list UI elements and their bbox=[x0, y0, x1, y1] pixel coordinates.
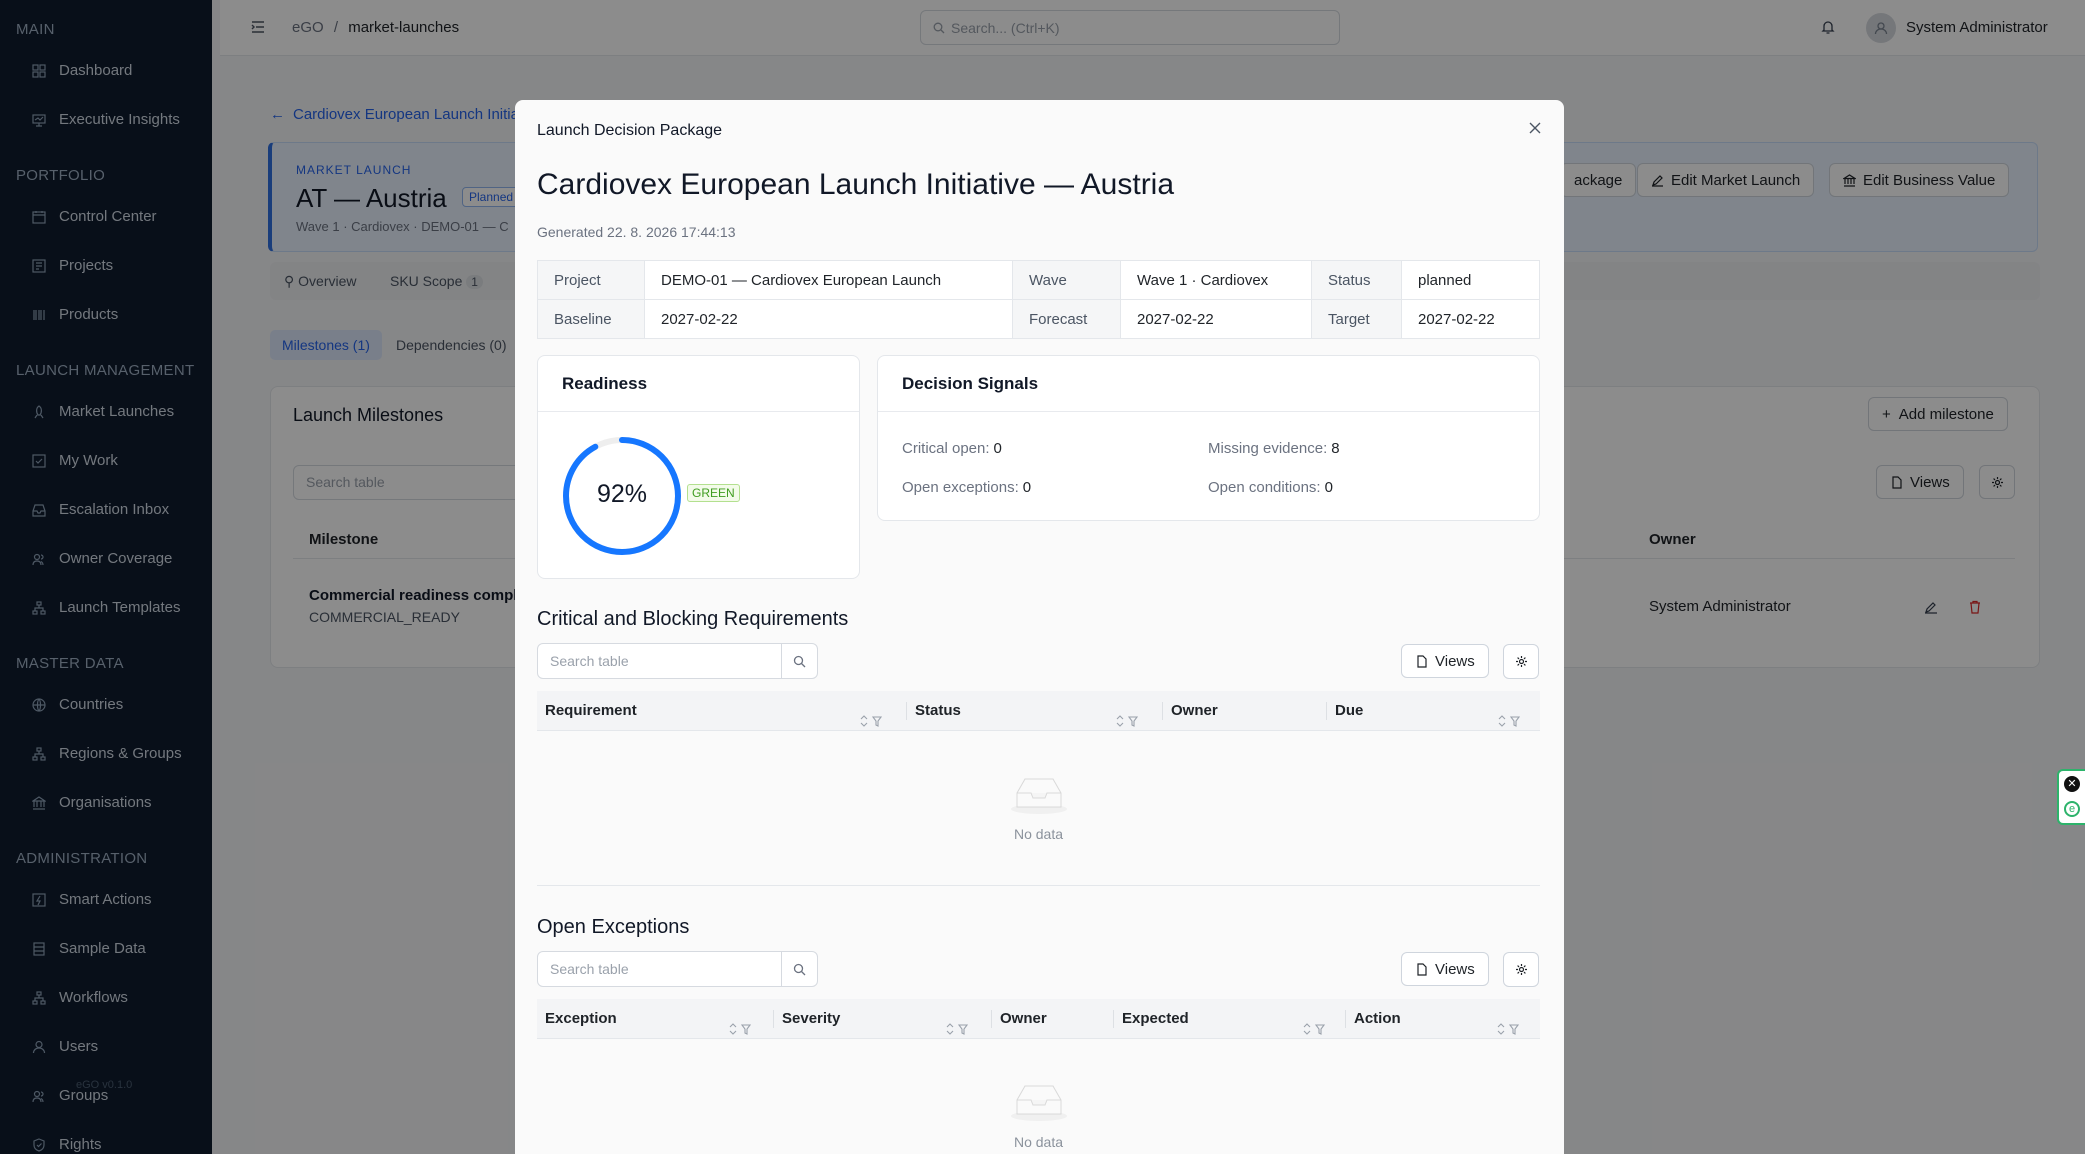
views-label: Views bbox=[1435, 652, 1475, 670]
critical-search-input[interactable]: Search table bbox=[537, 643, 818, 679]
critical-table-header: Requirement Status Owner Due bbox=[537, 691, 1540, 731]
views-label: Views bbox=[1435, 960, 1475, 978]
target-value: 2027-02-22 bbox=[1401, 299, 1540, 339]
column-header-action[interactable]: Action bbox=[1346, 999, 1540, 1039]
column-header-owner[interactable]: Owner bbox=[992, 999, 1114, 1039]
exceptions-search-input[interactable]: Search table bbox=[537, 951, 818, 987]
critical-open-signal: Critical open: 0 bbox=[902, 440, 1002, 457]
sort-filter-icon[interactable] bbox=[728, 1012, 752, 1035]
sort-filter-icon[interactable] bbox=[1496, 1012, 1520, 1035]
column-label: Expected bbox=[1122, 1010, 1189, 1027]
baseline-value: 2027-02-22 bbox=[644, 299, 1013, 339]
column-header-due[interactable]: Due bbox=[1327, 691, 1540, 731]
open-exceptions-signal: Open exceptions: 0 bbox=[902, 479, 1032, 496]
search-icon bbox=[793, 963, 806, 975]
forecast-value: 2027-02-22 bbox=[1120, 299, 1312, 339]
column-header-severity[interactable]: Severity bbox=[774, 999, 992, 1039]
critical-views-button[interactable]: Views bbox=[1401, 644, 1489, 678]
missing-evidence-label: Missing evidence bbox=[1208, 440, 1324, 457]
wave-label: Wave bbox=[1012, 260, 1121, 300]
signals-title: Decision Signals bbox=[902, 374, 1039, 393]
readiness-title: Readiness bbox=[562, 374, 648, 393]
signals-panel-header: Decision Signals bbox=[878, 356, 1539, 412]
gear-icon bbox=[1515, 964, 1527, 975]
sort-filter-icon[interactable] bbox=[1497, 704, 1521, 727]
column-label: Status bbox=[915, 702, 961, 719]
column-header-owner[interactable]: Owner bbox=[1163, 691, 1327, 731]
readiness-panel-header: Readiness bbox=[538, 356, 859, 412]
column-header-expected[interactable]: Expected bbox=[1114, 999, 1346, 1039]
column-label: Due bbox=[1335, 702, 1364, 719]
rag-status-tag: GREEN bbox=[687, 484, 740, 502]
readiness-panel: Readiness 92% GREEN bbox=[537, 355, 860, 579]
launch-info-table: Project DEMO-01 — Cardiovex European Lau… bbox=[537, 260, 1540, 339]
open-exceptions-label: Open exceptions bbox=[902, 479, 1015, 496]
forecast-label: Forecast bbox=[1012, 299, 1121, 339]
section-divider bbox=[537, 885, 1540, 886]
status-value: planned bbox=[1401, 260, 1540, 300]
column-label: Exception bbox=[545, 1010, 617, 1027]
modal-title: Cardiovex European Launch Initiative — A… bbox=[537, 168, 1175, 201]
gear-icon bbox=[1515, 656, 1527, 667]
exceptions-settings-button[interactable] bbox=[1503, 952, 1539, 987]
critical-open-value: 0 bbox=[993, 440, 1002, 457]
open-conditions-label: Open conditions bbox=[1208, 479, 1317, 496]
project-label: Project bbox=[537, 260, 645, 300]
close-circle-icon[interactable]: ✕ bbox=[2064, 776, 2080, 792]
sort-filter-icon[interactable] bbox=[1302, 1012, 1326, 1035]
sort-filter-icon[interactable] bbox=[1115, 704, 1139, 727]
modal-header: Launch Decision Package bbox=[537, 122, 723, 139]
readiness-percent: 92% bbox=[596, 480, 648, 508]
empty-inbox-icon bbox=[1011, 778, 1067, 814]
project-value: DEMO-01 — Cardiovex European Launch bbox=[644, 260, 1013, 300]
empty-inbox-icon bbox=[1011, 1085, 1067, 1121]
close-icon[interactable] bbox=[1527, 120, 1543, 136]
exceptions-table-header: Exception Severity Owner Expected Action bbox=[537, 999, 1540, 1039]
exceptions-views-button[interactable]: Views bbox=[1401, 952, 1489, 986]
critical-empty-state: No data bbox=[1013, 826, 1064, 842]
launch-decision-package-modal: Launch Decision Package Cardiovex Europe… bbox=[515, 100, 1564, 1154]
missing-evidence-signal: Missing evidence: 8 bbox=[1208, 440, 1340, 457]
search-button[interactable] bbox=[781, 644, 817, 678]
wave-value: Wave 1 · Cardiovex bbox=[1120, 260, 1312, 300]
column-header-exception[interactable]: Exception bbox=[537, 999, 774, 1039]
decision-signals-panel: Decision Signals Critical open: 0 Missing… bbox=[877, 355, 1540, 521]
sort-filter-icon[interactable] bbox=[945, 1012, 969, 1035]
column-header-requirement[interactable]: Requirement bbox=[537, 691, 907, 731]
column-label: Requirement bbox=[545, 702, 637, 719]
critical-requirements-title: Critical and Blocking Requirements bbox=[537, 608, 849, 630]
exceptions-search-placeholder: Search table bbox=[550, 961, 629, 977]
status-label: Status bbox=[1311, 260, 1402, 300]
assistant-logo-icon[interactable]: e bbox=[2064, 801, 2080, 817]
open-exceptions-title: Open Exceptions bbox=[537, 916, 690, 938]
file-icon bbox=[1417, 654, 1427, 668]
column-label: Owner bbox=[1000, 1010, 1047, 1027]
missing-evidence-value: 8 bbox=[1331, 440, 1340, 457]
search-icon bbox=[793, 655, 806, 667]
critical-open-label: Critical open bbox=[902, 440, 986, 457]
file-icon bbox=[1417, 962, 1427, 976]
exceptions-empty-state: No data bbox=[1013, 1134, 1064, 1150]
generated-timestamp: Generated 22. 8. 2026 17:44:13 bbox=[537, 224, 736, 240]
search-button[interactable] bbox=[781, 952, 817, 986]
column-label: Action bbox=[1354, 1010, 1401, 1027]
sort-filter-icon[interactable] bbox=[859, 704, 883, 727]
target-label: Target bbox=[1311, 299, 1402, 339]
open-conditions-value: 0 bbox=[1324, 479, 1333, 496]
column-header-status[interactable]: Status bbox=[907, 691, 1163, 731]
column-label: Severity bbox=[782, 1010, 841, 1027]
open-conditions-signal: Open conditions: 0 bbox=[1208, 479, 1333, 496]
critical-settings-button[interactable] bbox=[1503, 644, 1539, 679]
critical-search-placeholder: Search table bbox=[550, 653, 629, 669]
open-exceptions-value: 0 bbox=[1022, 479, 1032, 496]
column-label: Owner bbox=[1171, 702, 1218, 719]
floating-assistant-widget[interactable]: ✕ e bbox=[2057, 769, 2085, 825]
baseline-label: Baseline bbox=[537, 299, 645, 339]
